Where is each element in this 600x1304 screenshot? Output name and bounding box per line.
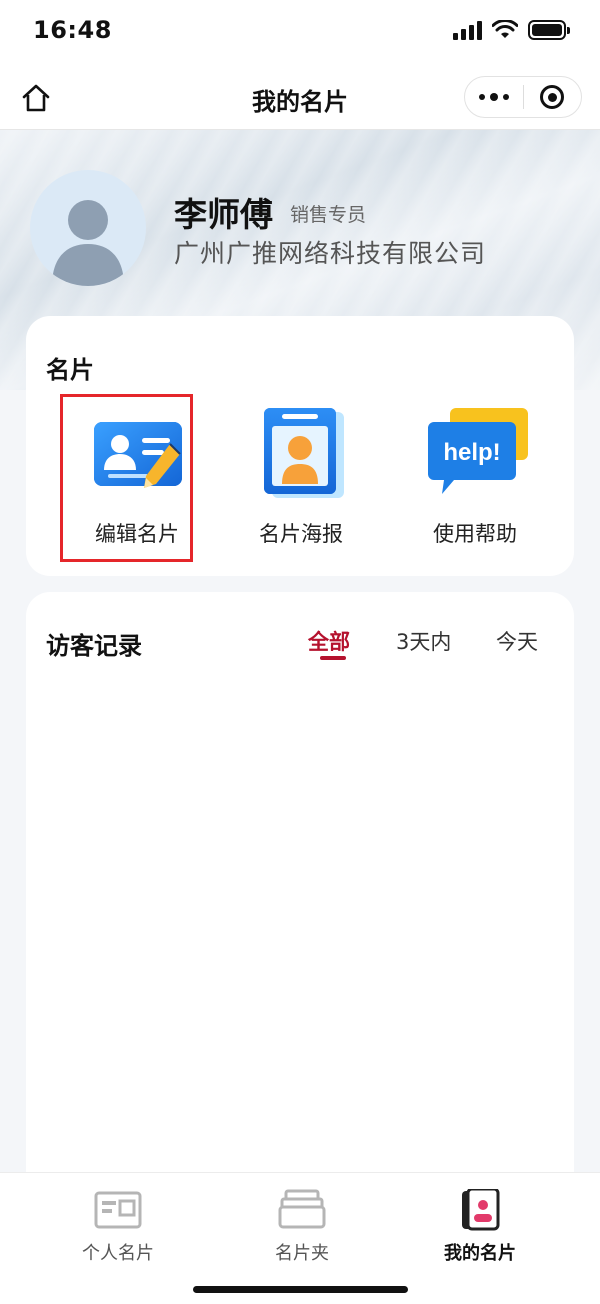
tab-all[interactable]: 全部 xyxy=(308,626,350,656)
help-icon: help! xyxy=(428,408,528,494)
profile-role: 销售专员 xyxy=(290,204,367,226)
target-icon xyxy=(540,85,565,109)
home-indicator xyxy=(193,1286,408,1293)
profile-company: 广州广推网络科技有限公司 xyxy=(174,239,487,268)
tabbar-item-my-card[interactable]: 我的名片 xyxy=(410,1187,550,1267)
profile-name: 李师傅 xyxy=(174,195,273,234)
tabbar-label: 名片夹 xyxy=(275,1243,329,1264)
bottom-tab-bar: 个人名片 名片夹 我的名片 xyxy=(0,1172,600,1304)
help-label: 使用帮助 xyxy=(433,522,517,546)
card-actions-panel: 名片 编辑名片 名片海报 help! 使用帮助 xyxy=(26,316,574,576)
signal-icon xyxy=(453,20,482,40)
avatar[interactable] xyxy=(30,170,146,286)
my-card-icon xyxy=(462,1189,500,1231)
visitor-section-title: 访客记录 xyxy=(46,632,142,660)
card-poster-label: 名片海报 xyxy=(259,522,343,546)
wifi-icon xyxy=(492,20,518,38)
card-holder-icon xyxy=(278,1189,326,1229)
more-button[interactable] xyxy=(465,77,523,117)
highlight-box xyxy=(60,394,193,562)
tabbar-label: 个人名片 xyxy=(82,1243,154,1264)
card-section-title: 名片 xyxy=(46,356,94,384)
status-bar: 16:48 xyxy=(0,0,600,64)
tabbar-label: 我的名片 xyxy=(444,1243,516,1264)
tab-today[interactable]: 今天 xyxy=(496,626,538,656)
battery-icon xyxy=(528,20,570,40)
tabbar-item-personal-card[interactable]: 个人名片 xyxy=(48,1187,188,1267)
visitor-records-panel: 访客记录 全部 3天内 今天 xyxy=(26,592,574,1212)
id-card-icon xyxy=(94,1191,142,1229)
card-poster-button[interactable]: 名片海报 xyxy=(226,398,376,548)
nav-bar: 我的名片 xyxy=(0,64,600,130)
tabbar-item-card-holder[interactable]: 名片夹 xyxy=(232,1187,372,1267)
help-button[interactable]: help! 使用帮助 xyxy=(400,398,550,548)
mini-program-capsule xyxy=(464,76,582,118)
status-time: 16:48 xyxy=(33,16,112,44)
close-mini-program-button[interactable] xyxy=(524,77,581,117)
status-icons xyxy=(453,20,570,40)
help-icon-text: help! xyxy=(443,439,500,466)
card-poster-icon xyxy=(264,408,344,498)
active-tab-indicator xyxy=(320,656,346,660)
person-placeholder-icon xyxy=(52,200,124,286)
tab-3-days[interactable]: 3天内 xyxy=(396,626,451,656)
